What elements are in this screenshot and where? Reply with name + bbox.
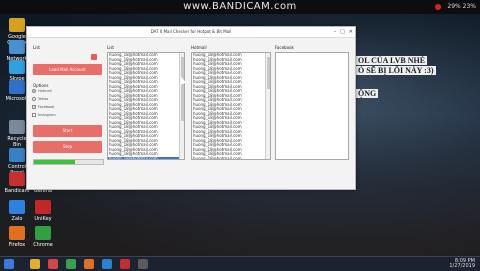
desktop-icon[interactable]: Firefox bbox=[4, 226, 30, 248]
close-icon[interactable]: ✕ bbox=[349, 27, 353, 37]
option-label: Hotmail bbox=[38, 89, 52, 93]
desktop-icon[interactable]: Chrome bbox=[30, 226, 56, 248]
option-instagram[interactable]: Instagram bbox=[32, 113, 56, 117]
maximize-icon[interactable]: □ bbox=[340, 27, 345, 37]
list-item[interactable]: huong_18@hotmail.com bbox=[108, 156, 184, 159]
taskbar-app-icon[interactable] bbox=[138, 259, 148, 269]
hotmail-panel-label: Hotmail bbox=[191, 45, 207, 50]
option-label: Instagram bbox=[38, 113, 56, 117]
app-icon bbox=[9, 18, 25, 32]
app-icon bbox=[9, 60, 25, 74]
app-icon bbox=[9, 200, 25, 214]
scrollbar[interactable] bbox=[179, 53, 184, 159]
list-item[interactable]: huong_18@hotmail.com bbox=[192, 156, 270, 159]
option-hotmail[interactable]: Hotmail bbox=[32, 89, 52, 93]
progress-fill bbox=[34, 160, 76, 164]
list-panel-label: List bbox=[107, 45, 114, 50]
desktop-icon-label: Zalo bbox=[11, 216, 23, 222]
checkbox-icon[interactable]: ✓ bbox=[32, 104, 36, 109]
options-label: Options bbox=[33, 83, 49, 88]
desktop-icon[interactable]: Zalo bbox=[4, 200, 30, 222]
window-title-bar: DAT 0 Mail Checker for Hotpot & Bit Mail… bbox=[27, 27, 355, 38]
system-tray: 29% 23% bbox=[435, 3, 476, 10]
app-icon bbox=[9, 120, 25, 134]
clock-date: 1/27/2019 bbox=[449, 263, 475, 269]
minimize-icon[interactable]: – bbox=[334, 27, 337, 37]
taskbar-app-icon[interactable] bbox=[48, 259, 58, 269]
app-icon bbox=[35, 200, 51, 214]
desktop-icon-label: UniKey bbox=[34, 216, 52, 222]
wallpaper-text-1: OL CỦA LVB NHÉ bbox=[356, 56, 428, 65]
facebook-panel-label: Facebook bbox=[275, 45, 294, 50]
taskbar-app-icon[interactable] bbox=[84, 259, 94, 269]
option-label: Yahoo bbox=[38, 97, 49, 101]
app-icon bbox=[9, 172, 25, 186]
browse-button[interactable] bbox=[91, 54, 97, 60]
facebook-results-list[interactable] bbox=[275, 52, 349, 160]
recorder-bar: www.BANDICAM.com 29% 23% bbox=[0, 0, 480, 14]
taskbar-app-icon[interactable] bbox=[66, 259, 76, 269]
start-button[interactable]: Start bbox=[33, 125, 102, 137]
start-icon[interactable] bbox=[4, 259, 14, 269]
taskbar-app-icon[interactable] bbox=[102, 259, 112, 269]
list-section-label: List bbox=[33, 45, 40, 50]
option-label: Facebook bbox=[38, 105, 55, 109]
stop-button[interactable]: Stop bbox=[33, 141, 102, 153]
app-icon bbox=[9, 226, 25, 240]
desktop-icon-label: Chrome bbox=[33, 242, 53, 248]
account-list[interactable]: huong_18@hotmail.com huong_18@hotmail.com… bbox=[107, 52, 185, 160]
radio-icon[interactable] bbox=[32, 97, 36, 101]
record-icon bbox=[435, 3, 442, 10]
progress-bar bbox=[33, 159, 104, 165]
option-facebook[interactable]: ✓ Facebook bbox=[32, 104, 55, 109]
load-mail-button[interactable]: Load Mail Account bbox=[33, 64, 102, 75]
checkbox-icon[interactable] bbox=[32, 113, 36, 117]
explorer-icon[interactable] bbox=[30, 259, 40, 269]
taskbar-app-icon[interactable] bbox=[120, 259, 130, 269]
taskbar-clock[interactable]: 8:09 PM 1/27/2019 bbox=[449, 259, 475, 269]
desktop-icon-label: Firefox bbox=[8, 242, 26, 248]
app-icon bbox=[9, 40, 25, 54]
mail-checker-window: DAT 0 Mail Checker for Hotpot & Bit Mail… bbox=[26, 26, 356, 190]
app-icon bbox=[35, 226, 51, 240]
scrollbar[interactable] bbox=[265, 53, 270, 159]
option-yahoo[interactable]: Yahoo bbox=[32, 97, 48, 101]
hotmail-results-list[interactable]: huong_18@hotmail.com huong_18@hotmail.com… bbox=[191, 52, 271, 160]
wallpaper-text-2: Ó SẼ BỊ LỖI NÀY :3) bbox=[356, 66, 436, 75]
desktop-icon[interactable]: UniKey bbox=[30, 200, 56, 222]
radio-icon[interactable] bbox=[32, 89, 36, 93]
tray-stats: 29% 23% bbox=[447, 3, 476, 10]
bandicam-watermark: www.BANDICAM.com bbox=[183, 1, 297, 12]
app-icon bbox=[9, 80, 25, 94]
app-icon bbox=[9, 148, 25, 162]
wallpaper-text-3: ỘNG bbox=[356, 89, 379, 98]
taskbar: 8:09 PM 1/27/2019 bbox=[0, 256, 480, 271]
window-title: DAT 0 Mail Checker for Hotpot & Bit Mail bbox=[150, 29, 232, 34]
